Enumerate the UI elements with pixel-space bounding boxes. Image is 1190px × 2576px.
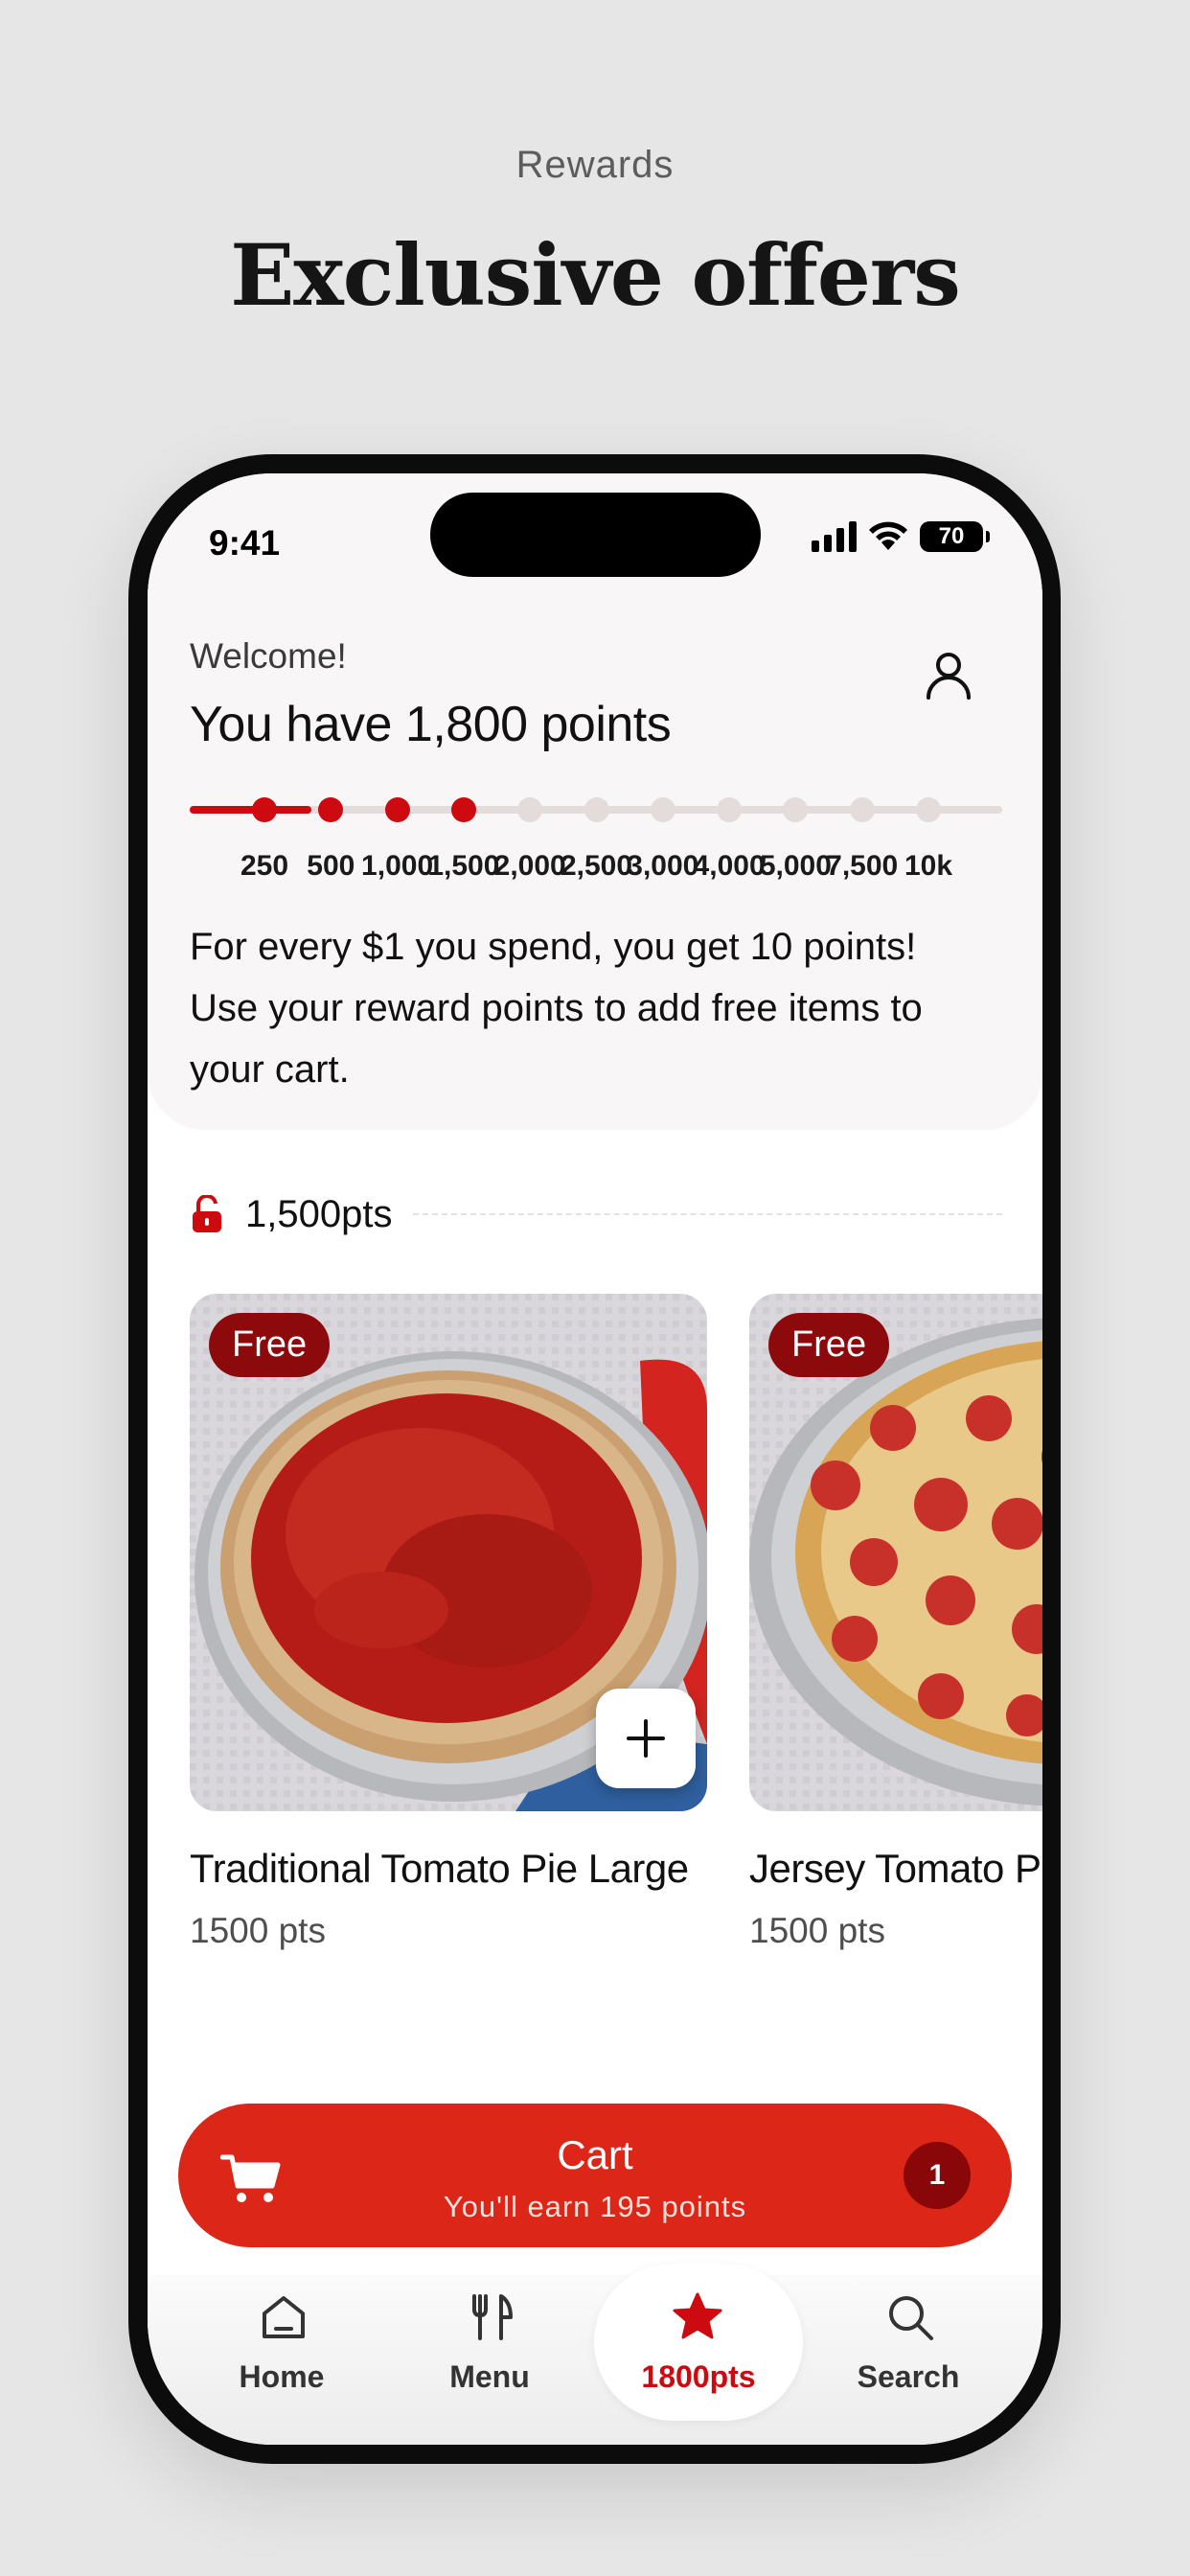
milestone-dot bbox=[252, 797, 277, 822]
milestone-dot bbox=[849, 797, 875, 822]
points-progress-fill bbox=[190, 806, 312, 814]
milestone-label: 4,000 bbox=[693, 850, 766, 882]
status-time: 9:41 bbox=[209, 523, 281, 563]
status-icons: 70 bbox=[812, 521, 990, 552]
milestone-label: 500 bbox=[307, 850, 355, 882]
milestone-label: 7,500 bbox=[826, 850, 899, 882]
milestone-label: 250 bbox=[240, 850, 289, 882]
milestone-label: 5,000 bbox=[759, 850, 832, 882]
milestone-dot bbox=[650, 797, 675, 822]
milestone-label: 1,000 bbox=[361, 850, 434, 882]
profile-icon[interactable] bbox=[920, 646, 977, 703]
reward-item-card[interactable]: Free Traditional Tomato Pie Large 1500 p… bbox=[190, 1294, 707, 1951]
reward-item-image[interactable]: Free bbox=[190, 1294, 707, 1811]
milestone-dot bbox=[584, 797, 609, 822]
reward-item-card[interactable]: Free Jersey Tomato Pie Large 1500 pts bbox=[749, 1294, 1042, 1951]
free-badge: Free bbox=[768, 1313, 890, 1377]
add-to-cart-button[interactable] bbox=[596, 1689, 696, 1788]
tab-search[interactable]: Search bbox=[812, 2256, 1004, 2419]
wifi-icon bbox=[869, 521, 907, 550]
tab-home[interactable]: Home bbox=[186, 2256, 378, 2419]
star-icon bbox=[673, 2292, 722, 2339]
milestone-label: 1,500 bbox=[427, 850, 500, 882]
reward-item-points: 1500 pts bbox=[749, 1911, 885, 1950]
milestone-dot bbox=[717, 797, 743, 822]
dynamic-island bbox=[430, 493, 761, 577]
cart-title: Cart bbox=[557, 2132, 633, 2177]
tab-menu[interactable]: Menu bbox=[394, 2256, 585, 2419]
welcome-text: Welcome! bbox=[190, 636, 347, 676]
signal-icon bbox=[812, 521, 857, 552]
reward-item-name: Jersey Tomato Pie Large bbox=[749, 1846, 1042, 1891]
plus-icon bbox=[627, 1719, 665, 1758]
tier-label: 1,500pts bbox=[245, 1192, 393, 1235]
free-badge: Free bbox=[209, 1313, 331, 1377]
tab-label: Home bbox=[239, 2359, 325, 2394]
battery-icon: 70 bbox=[920, 521, 990, 552]
milestone-dot bbox=[783, 797, 809, 822]
points-progress-track bbox=[190, 797, 1002, 822]
reward-item-name: Traditional Tomato Pie Large bbox=[190, 1846, 689, 1891]
tab-label: Search bbox=[857, 2359, 960, 2394]
milestone-label: 2,500 bbox=[560, 850, 633, 882]
cart-count-badge: 1 bbox=[904, 2142, 971, 2209]
home-icon bbox=[263, 2296, 305, 2338]
page-headline: Exclusive offers bbox=[230, 225, 961, 325]
section-divider bbox=[413, 1213, 1002, 1215]
points-header-card: 9:41 70 Welcome! You have 1,800 points 2… bbox=[148, 473, 1042, 1130]
cart-earn-text: You'll earn 195 points bbox=[443, 2190, 747, 2223]
milestone-dot bbox=[384, 797, 410, 822]
tab-label: 1800pts bbox=[641, 2359, 756, 2394]
milestone-dot bbox=[450, 797, 476, 822]
search-icon bbox=[889, 2296, 933, 2340]
reward-item-image[interactable]: Free bbox=[749, 1294, 1042, 1811]
milestone-label: 2,000 bbox=[493, 850, 566, 882]
reward-item-points: 1500 pts bbox=[190, 1911, 326, 1950]
milestone-dot bbox=[517, 797, 543, 822]
tab-bar: Home Menu 1800pts Search bbox=[148, 2256, 1042, 2445]
phone-screen: 9:41 70 Welcome! You have 1,800 points 2… bbox=[148, 473, 1042, 2445]
milestone-dot bbox=[916, 797, 941, 822]
milestone-label: 10k bbox=[904, 850, 953, 882]
page-eyebrow: Rewards bbox=[515, 144, 675, 186]
fork-knife-icon bbox=[472, 2294, 513, 2340]
unlock-icon bbox=[193, 1195, 221, 1232]
points-title: You have 1,800 points bbox=[190, 697, 672, 752]
cart-button[interactable]: Cart You'll earn 195 points 1 bbox=[178, 2104, 1012, 2247]
tab-rewards[interactable]: 1800pts bbox=[594, 2264, 803, 2421]
milestone-label: 3,000 bbox=[627, 850, 699, 882]
milestone-dot bbox=[318, 797, 344, 822]
rewards-description: For every $1 you spend, you get 10 point… bbox=[190, 926, 923, 1091]
tab-label: Menu bbox=[449, 2359, 530, 2394]
tier-section-header: 1,500pts bbox=[190, 1190, 1002, 1238]
